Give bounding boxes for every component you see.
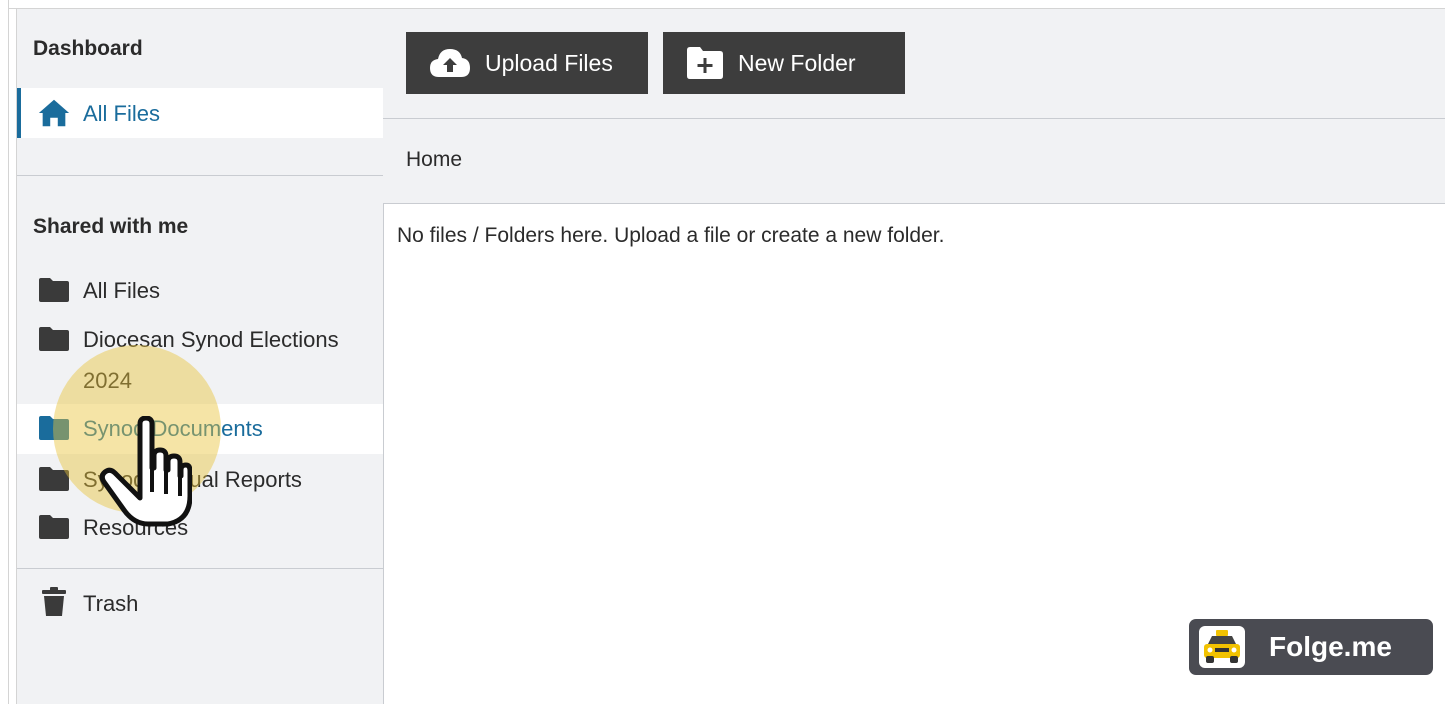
new-folder-label: New Folder	[738, 49, 856, 76]
trash-icon	[37, 583, 71, 617]
sidebar-item-label: All Files	[83, 100, 161, 126]
sidebar-item-resources[interactable]: Resources	[17, 507, 383, 552]
new-folder-button[interactable]: New Folder	[663, 32, 905, 94]
sidebar-item-all-files-home[interactable]: All Files	[17, 88, 383, 138]
window-border-left	[8, 0, 9, 704]
shared-with-me-title: Shared with me	[33, 215, 189, 238]
upload-files-label: Upload Files	[485, 49, 613, 76]
sidebar-item-trash[interactable]: Trash	[17, 583, 383, 628]
sidebar: Dashboard All Files Shared with me All F…	[16, 9, 384, 704]
folder-plus-icon	[686, 46, 724, 80]
breadcrumb-home[interactable]: Home	[406, 148, 462, 172]
home-icon	[37, 97, 71, 129]
sidebar-item-shared-all-files[interactable]: All Files	[17, 270, 383, 315]
sidebar-divider	[17, 175, 383, 176]
folder-icon	[37, 270, 71, 303]
sidebar-item-label: Trash	[83, 591, 139, 616]
cloud-upload-icon	[429, 47, 471, 79]
sidebar-divider	[17, 568, 383, 569]
folder-icon	[37, 507, 71, 540]
taxi-logo-icon	[1199, 626, 1245, 668]
folder-icon	[37, 319, 71, 352]
hand-pointer-icon	[96, 415, 193, 533]
toolbar: Upload Files New Folder	[383, 9, 1445, 119]
badge-text: Folge.me	[1269, 631, 1392, 662]
sidebar-item-label: All Files	[83, 278, 161, 303]
breadcrumb: Home	[383, 119, 1445, 204]
upload-files-button[interactable]: Upload Files	[406, 32, 648, 94]
folge-badge: Folge.me	[1189, 619, 1433, 675]
empty-folder-message: No files / Folders here. Upload a file o…	[397, 224, 945, 247]
dashboard-title: Dashboard	[33, 37, 143, 60]
